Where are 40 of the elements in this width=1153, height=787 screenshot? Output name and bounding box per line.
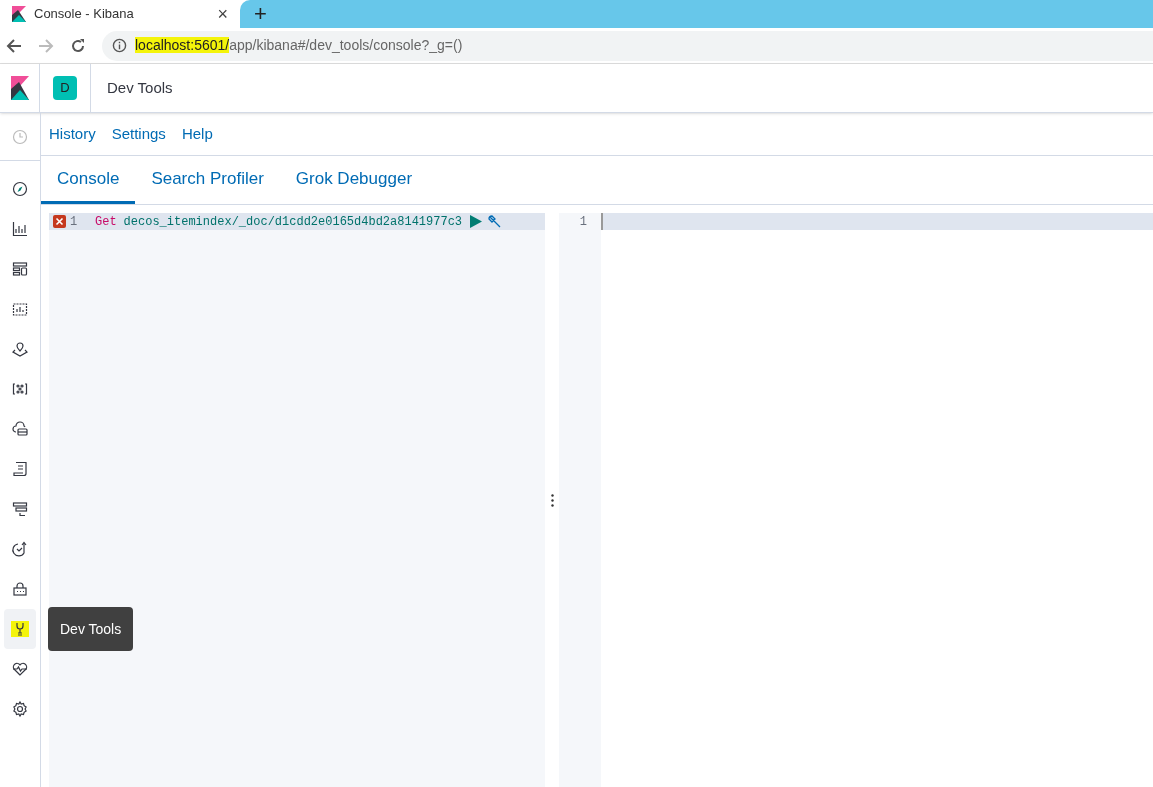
resize-handle-icon[interactable] bbox=[550, 493, 554, 507]
bars-icon[interactable] bbox=[11, 500, 29, 518]
play-icon[interactable] bbox=[470, 215, 483, 228]
wrench-icon[interactable] bbox=[11, 620, 29, 638]
heart-pulse-icon[interactable] bbox=[11, 660, 29, 678]
canvas-icon[interactable] bbox=[11, 300, 29, 318]
dashboard-icon[interactable] bbox=[11, 260, 29, 278]
chart-icon[interactable] bbox=[11, 220, 29, 238]
tab[interactable]: Grok Debugger bbox=[279, 156, 429, 204]
address-field[interactable]: localhost:5601/app/kibana#/dev_tools/console?_g=() bbox=[102, 30, 1153, 61]
settings-icon[interactable] bbox=[11, 700, 29, 718]
scroll-icon[interactable] bbox=[11, 460, 29, 478]
line-number: 1 bbox=[559, 213, 601, 230]
new-tab-button[interactable]: + bbox=[254, 3, 267, 25]
line-number: 1 bbox=[70, 213, 78, 231]
kibana-logo-icon bbox=[12, 6, 26, 22]
check-arrow-icon[interactable] bbox=[11, 540, 29, 558]
info-icon bbox=[112, 38, 127, 53]
tab[interactable]: Console bbox=[41, 156, 136, 204]
lock-icon[interactable] bbox=[11, 580, 29, 598]
close-tab-button[interactable]: × bbox=[217, 5, 228, 23]
map-pin-icon[interactable] bbox=[11, 340, 29, 358]
page-title: Dev Tools bbox=[107, 77, 173, 98]
request-path: decos_itemindex/_doc/d1cdd2e0165d4bd2a8141977c3 bbox=[123, 213, 463, 231]
menu-link[interactable]: History bbox=[49, 122, 96, 146]
tooltip: Dev Tools bbox=[48, 607, 134, 651]
compass-icon[interactable] bbox=[11, 180, 29, 198]
http-method: Get bbox=[95, 213, 117, 231]
wrench-icon[interactable] bbox=[488, 214, 503, 229]
menu-link[interactable]: Help bbox=[181, 122, 213, 146]
space-avatar[interactable]: D bbox=[53, 76, 77, 100]
tab[interactable]: Search Profiler bbox=[135, 156, 280, 204]
dots-icon[interactable] bbox=[11, 380, 29, 398]
menu-link[interactable]: Settings bbox=[111, 122, 166, 146]
kibana-logo-icon[interactable] bbox=[10, 76, 29, 100]
tab-title: Console - Kibana bbox=[34, 5, 135, 24]
back-icon[interactable] bbox=[6, 37, 22, 54]
reload-icon[interactable] bbox=[70, 37, 86, 54]
url-text: localhost:5601/app/kibana#/dev_tools/console?_g=() bbox=[135, 36, 463, 55]
cloud-icon[interactable] bbox=[11, 420, 29, 438]
